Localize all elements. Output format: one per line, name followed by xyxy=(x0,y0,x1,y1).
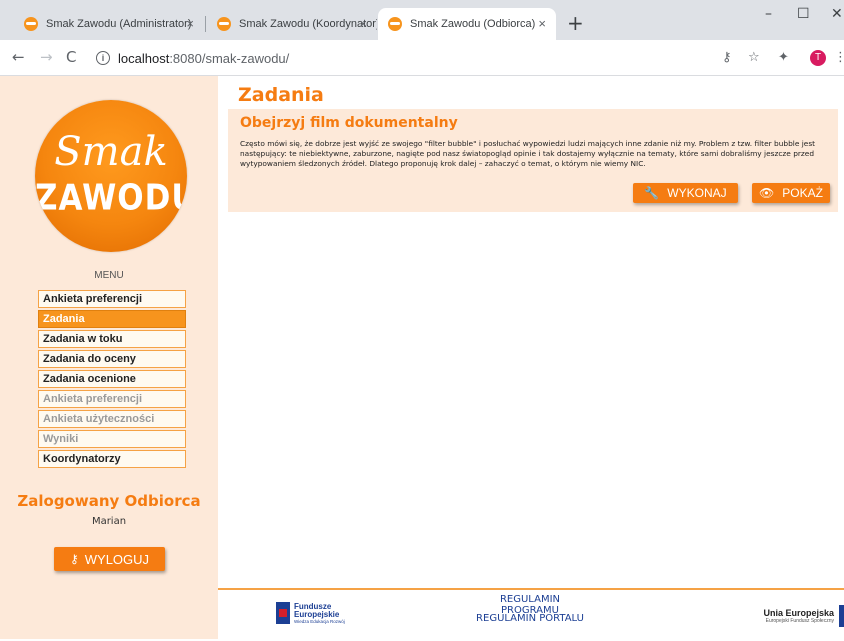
menu-item-koordynatorzy[interactable]: Koordynatorzy xyxy=(38,450,186,468)
footer: Fundusze Europejskie Wiedza Edukacja Roz… xyxy=(218,588,844,641)
browser-menu-icon[interactable]: ⋮ xyxy=(834,50,844,65)
close-window-button[interactable]: ✕ xyxy=(831,6,843,22)
fe-flag-icon xyxy=(276,602,290,624)
task-description: Często mówi się, że dobrze jest wyjść ze… xyxy=(240,139,816,168)
task-card: Obejrzyj film dokumentalny Często mówi s… xyxy=(228,109,838,212)
site-favicon-icon xyxy=(24,17,38,31)
menu-item-ankieta-uzytecznosci: Ankieta użyteczności xyxy=(38,410,186,428)
logo-line-1: Smak xyxy=(54,129,168,175)
logout-label: WYLOGUJ xyxy=(84,551,150,567)
profile-avatar[interactable]: T xyxy=(810,50,826,66)
close-tab-icon[interactable]: × xyxy=(359,16,367,31)
menu-item-zadania-do-oceny[interactable]: Zadania do oceny xyxy=(38,350,186,368)
main-content: Zadania Obejrzyj film dokumentalny Częst… xyxy=(218,76,844,639)
regulamin-portalu-link[interactable]: REGULAMIN PORTALU xyxy=(470,613,590,624)
tab-title: Smak Zawodu (Administrator) xyxy=(46,18,192,30)
site-favicon-icon xyxy=(388,17,402,31)
execute-label: WYKONAJ xyxy=(667,186,727,200)
forward-arrow-icon[interactable]: → xyxy=(40,48,53,66)
menu-item-zadania[interactable]: Zadania xyxy=(38,310,186,328)
fe-sub: Wiedza Edukacja Rozwój xyxy=(294,618,345,624)
reload-icon[interactable]: C xyxy=(66,48,76,66)
new-tab-button[interactable]: + xyxy=(567,13,584,33)
execute-button[interactable]: 🔧 WYKONAJ xyxy=(633,183,738,203)
key-icon: ⚷ xyxy=(69,552,79,566)
page-title: Zadania xyxy=(238,84,324,106)
fundusze-europejskie-logo: Fundusze Europejskie Wiedza Edukacja Roz… xyxy=(276,602,345,624)
wrench-icon: 🔧 xyxy=(644,186,660,200)
menu-heading: MENU xyxy=(94,270,124,281)
browser-tab-koordynator[interactable]: Smak Zawodu (Koordynator) × xyxy=(207,8,377,40)
unia-europejska-logo: Unia Europejska Europejski Fundusz Społe… xyxy=(763,608,834,624)
logo-line-2: ZAWODU xyxy=(35,177,187,219)
logged-in-role: Zalogowany Odbiorca xyxy=(17,492,201,510)
address-bar[interactable]: i localhost:8080/smak-zawodu/ xyxy=(96,45,746,71)
browser-tab-administrator[interactable]: Smak Zawodu (Administrator) × xyxy=(14,8,204,40)
close-tab-icon[interactable]: × xyxy=(186,16,194,31)
eye-icon: 👁 xyxy=(759,186,775,200)
fe-line-2: Europejskie xyxy=(294,609,340,619)
url-path: :8080/smak-zawodu/ xyxy=(169,50,290,66)
url-host: localhost xyxy=(118,50,170,66)
logout-button[interactable]: ⚷ WYLOGUJ xyxy=(54,547,165,571)
tab-title: Smak Zawodu (Odbiorca) xyxy=(410,18,536,30)
back-arrow-icon[interactable]: ← xyxy=(12,48,25,66)
eu-union-title: Unia Europejska xyxy=(763,608,834,618)
show-button[interactable]: 👁 POKAŻ xyxy=(752,183,830,203)
password-key-icon[interactable]: ⚷ xyxy=(722,50,732,65)
minimize-button[interactable]: – xyxy=(765,6,772,22)
menu-item-ankieta-preferencji-disabled: Ankieta preferencji xyxy=(38,390,186,408)
sidebar: Smak ZAWODU MENU Ankieta preferencji Zad… xyxy=(0,76,218,639)
close-tab-icon[interactable]: × xyxy=(538,16,546,31)
show-label: POKAŻ xyxy=(782,186,823,200)
task-title: Obejrzyj film dokumentalny xyxy=(240,115,458,131)
menu-item-zadania-w-toku[interactable]: Zadania w toku xyxy=(38,330,186,348)
maximize-button[interactable]: ☐ xyxy=(797,6,810,22)
browser-tab-strip: Smak Zawodu (Administrator) × Smak Zawod… xyxy=(0,0,844,40)
eu-flag-icon xyxy=(839,605,844,627)
eu-union-sub: Europejski Fundusz Społeczny xyxy=(765,618,834,624)
site-favicon-icon xyxy=(217,17,231,31)
bookmark-star-icon[interactable]: ☆ xyxy=(748,50,760,65)
browser-tab-odbiorca[interactable]: Smak Zawodu (Odbiorca) × xyxy=(378,8,556,40)
menu-item-zadania-ocenione[interactable]: Zadania ocenione xyxy=(38,370,186,388)
menu-item-ankieta-preferencji[interactable]: Ankieta preferencji xyxy=(38,290,186,308)
browser-toolbar: ← → C i localhost:8080/smak-zawodu/ ⚷ ☆ … xyxy=(0,40,844,76)
info-icon[interactable]: i xyxy=(96,51,110,65)
tab-separator xyxy=(205,16,206,32)
user-name: Marian xyxy=(91,516,127,527)
smak-zawodu-logo: Smak ZAWODU xyxy=(35,100,187,252)
tab-title: Smak Zawodu (Koordynator) xyxy=(239,18,377,30)
extension-icon[interactable]: ✦ xyxy=(778,50,789,65)
menu-item-wyniki: Wyniki xyxy=(38,430,186,448)
main-menu: Ankieta preferencji Zadania Zadania w to… xyxy=(38,290,186,470)
